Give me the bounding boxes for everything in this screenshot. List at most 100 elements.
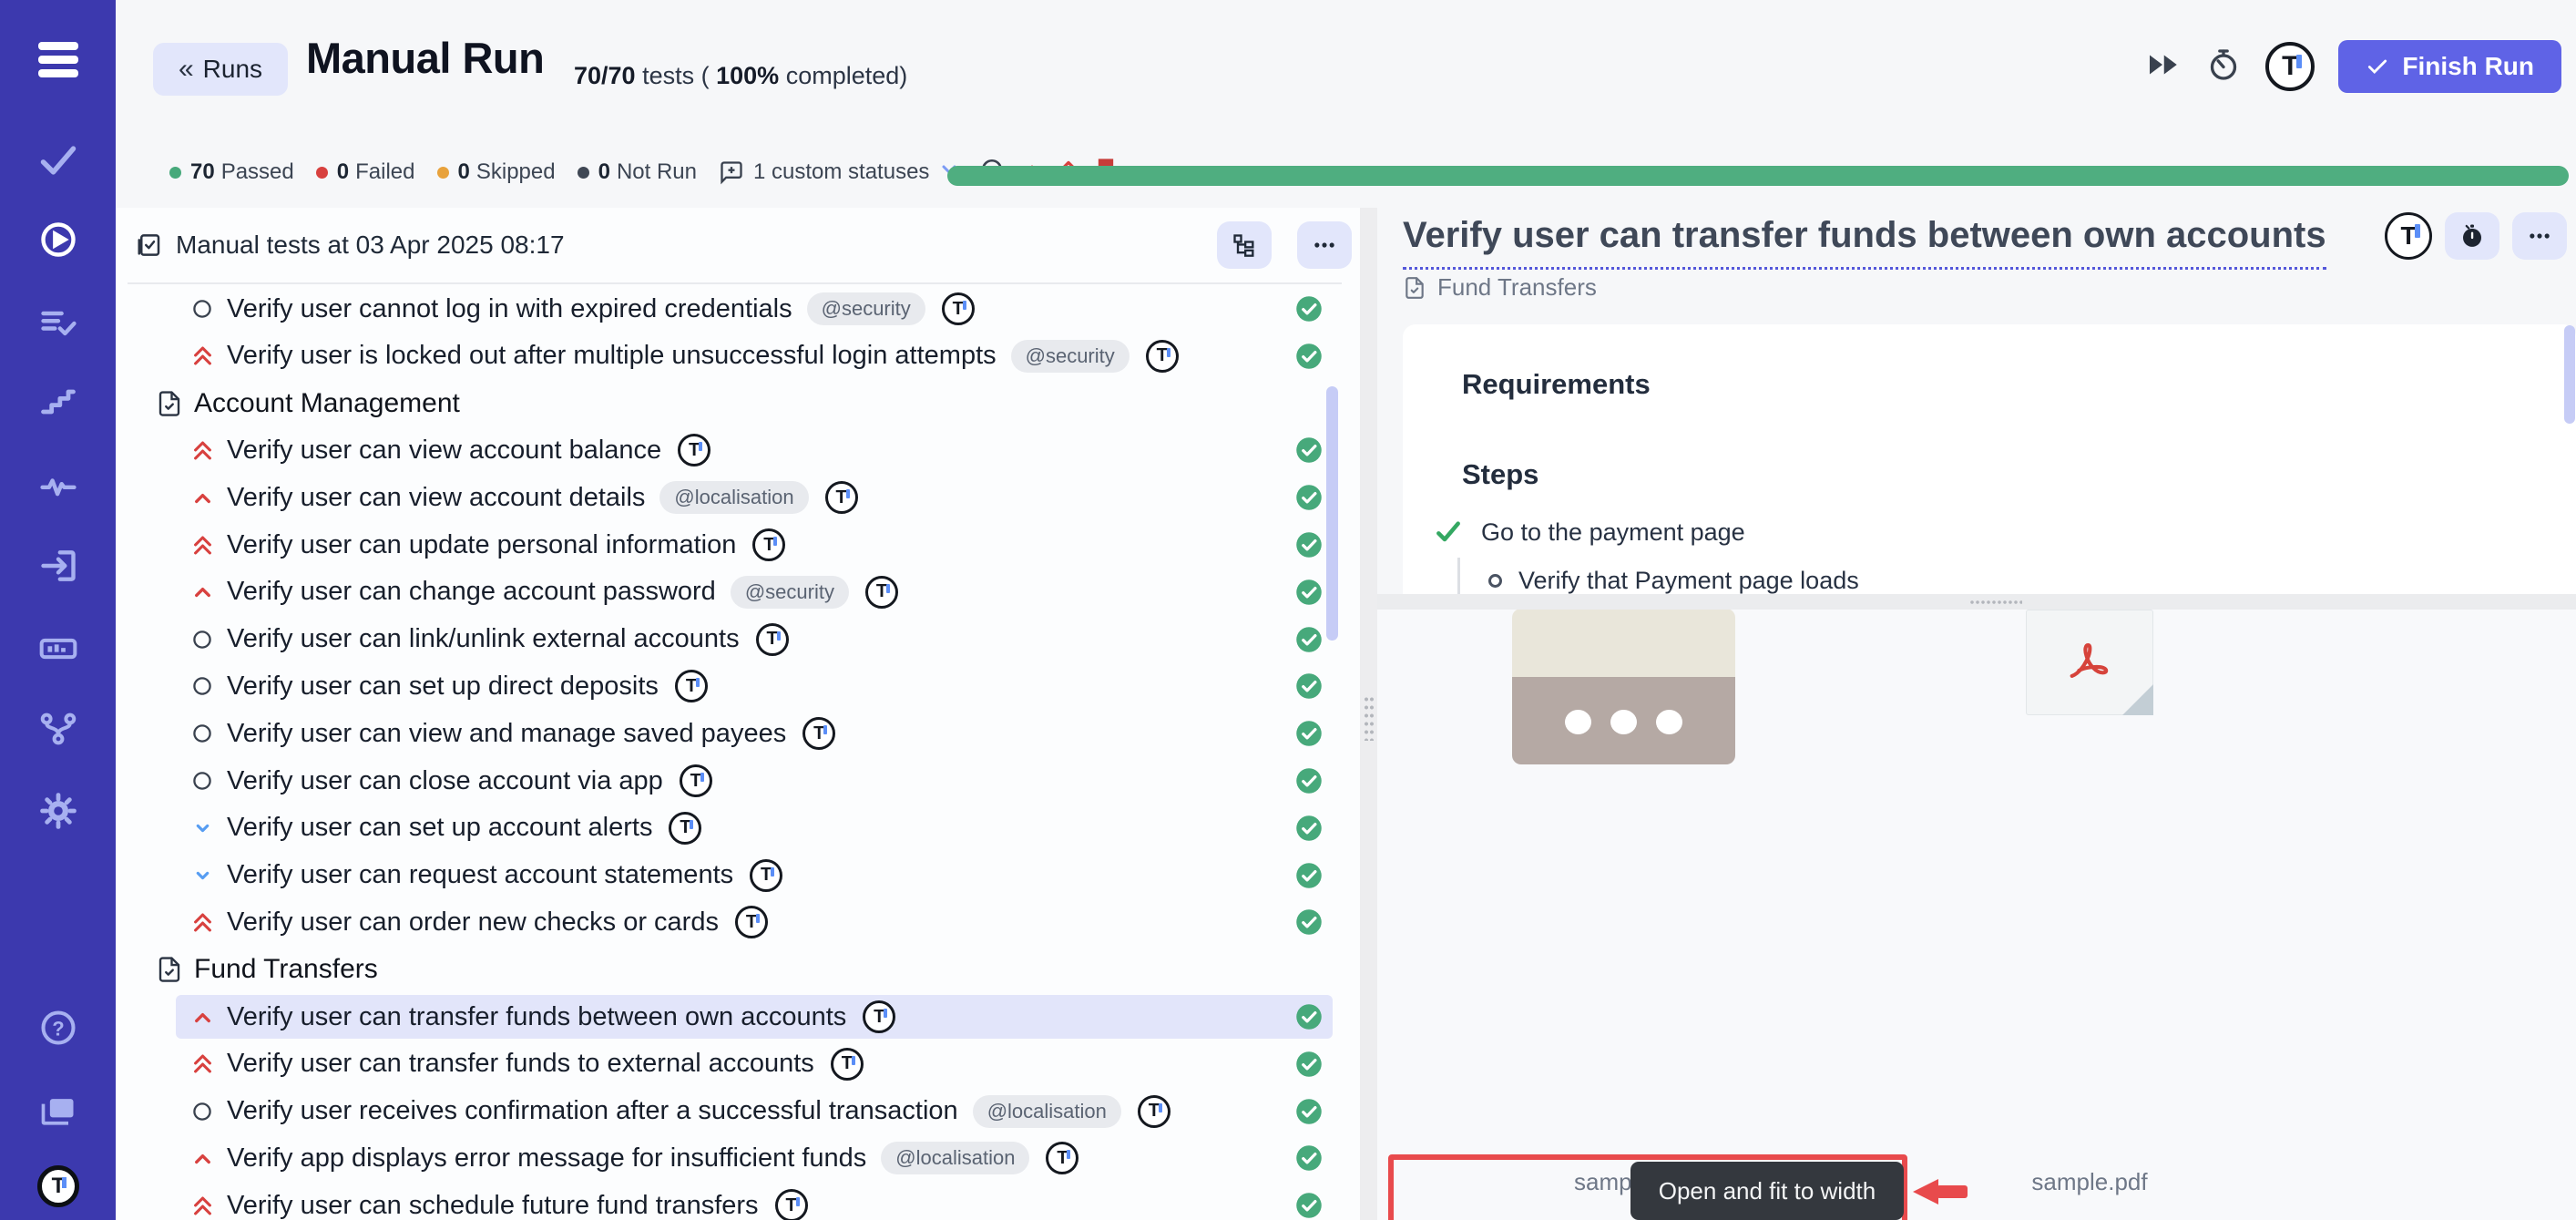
file-check-icon — [156, 390, 183, 417]
percent-complete: 100% — [716, 62, 779, 89]
custom-statuses[interactable]: 1 custom statuses — [719, 159, 929, 185]
test-row[interactable]: Verify user can set up account alerts T — [116, 805, 1360, 852]
section-row[interactable]: Fund Transfers — [116, 946, 1360, 993]
priority-highest-icon — [189, 343, 216, 368]
test-row-title: Verify user can set up direct deposits — [227, 672, 659, 702]
ai-indicator-icon[interactable]: T — [775, 1189, 808, 1220]
ai-indicator-icon[interactable]: T — [1138, 1095, 1170, 1128]
test-row[interactable]: Verify user cannot log in with expired c… — [116, 285, 1360, 333]
ellipsis-icon — [2527, 223, 2552, 249]
list-header: Manual tests at 03 Apr 2025 08:17 — [116, 208, 1360, 282]
timer-icon[interactable] — [2205, 46, 2242, 87]
test-row[interactable]: Verify app displays error message for in… — [116, 1134, 1360, 1182]
finish-run-label: Finish Run — [2402, 52, 2534, 81]
ai-indicator-icon[interactable]: T — [680, 764, 712, 797]
test-row[interactable]: Verify user can view account details @lo… — [116, 474, 1360, 521]
panel-resize-handle[interactable] — [1360, 208, 1377, 1220]
skipped-count: 0Skipped — [437, 159, 556, 185]
passed-dot-icon — [169, 167, 181, 179]
test-row-title: Verify user receives confirmation after … — [227, 1096, 958, 1126]
test-row[interactable]: Verify user can close account via app T — [116, 757, 1360, 805]
tests-list-panel: Manual tests at 03 Apr 2025 08:17 Verify… — [116, 208, 1360, 1220]
ai-indicator-icon[interactable]: T — [825, 481, 858, 514]
sidebar-list-check-icon[interactable] — [37, 302, 79, 344]
section-row[interactable]: Account Management — [116, 380, 1360, 427]
tag-pill: @security — [807, 292, 925, 325]
message-plus-icon — [719, 159, 744, 185]
sidebar-gear-icon[interactable] — [37, 790, 79, 832]
passed-status-badge — [1295, 436, 1323, 464]
test-title[interactable]: Verify user can transfer funds between o… — [1403, 215, 2326, 270]
test-row-title: Verify user can link/unlink external acc… — [227, 624, 740, 654]
app-root: { "colors": { "sidebar": "#3c39ae", "acc… — [0, 0, 2576, 1220]
passed-status-badge — [1295, 484, 1323, 511]
attachments-resize-handle[interactable] — [1377, 594, 2576, 610]
ai-indicator-icon[interactable]: T — [752, 528, 785, 561]
sidebar-folders-icon[interactable] — [37, 1090, 79, 1132]
finish-run-button[interactable]: Finish Run — [2338, 40, 2561, 93]
sidebar-branch-icon[interactable] — [37, 708, 79, 750]
notrun-count: 0Not Run — [578, 159, 697, 185]
test-row[interactable]: Verify user can transfer funds between o… — [116, 993, 1360, 1041]
ai-indicator-icon[interactable]: T — [1046, 1142, 1078, 1174]
list-more-button[interactable] — [1297, 221, 1352, 269]
test-row[interactable]: Verify user can request account statemen… — [116, 852, 1360, 899]
menu-icon[interactable] — [38, 42, 78, 83]
test-row[interactable]: Verify user can change account password … — [116, 569, 1360, 616]
tree-view-button[interactable] — [1217, 221, 1272, 269]
sidebar-sign-in-icon[interactable] — [37, 545, 79, 587]
test-row[interactable]: Verify user can schedule future fund tra… — [116, 1182, 1360, 1220]
sidebar-play-circle-icon[interactable] — [37, 219, 79, 261]
test-row[interactable]: Verify user can view and manage saved pa… — [116, 710, 1360, 757]
ai-indicator-icon[interactable]: T — [831, 1048, 864, 1081]
breadcrumb[interactable]: Fund Transfers — [1403, 273, 1597, 302]
stopwatch-button[interactable] — [2445, 212, 2499, 260]
ai-indicator-icon[interactable]: T — [865, 576, 898, 609]
passed-status-badge — [1295, 579, 1323, 606]
test-row-title: Verify user can close account via app — [227, 766, 663, 796]
test-row[interactable]: Verify user receives confirmation after … — [116, 1088, 1360, 1135]
back-to-runs-button[interactable]: « Runs — [153, 43, 288, 96]
ai-indicator-icon[interactable]: T — [675, 670, 708, 702]
priority-low-icon — [189, 816, 216, 839]
test-row[interactable]: Verify user can transfer funds to extern… — [116, 1041, 1360, 1088]
passed-status-badge — [1295, 862, 1323, 889]
sidebar-help-icon[interactable]: ? — [37, 1007, 79, 1049]
detail-scrollbar[interactable] — [2564, 325, 2575, 424]
passed-status-badge — [1295, 815, 1323, 842]
list-title: Manual tests at 03 Apr 2025 08:17 — [176, 231, 565, 260]
test-row[interactable]: Verify user is locked out after multiple… — [116, 333, 1360, 380]
sidebar-check-icon[interactable] — [37, 139, 79, 181]
ai-indicator-icon[interactable]: T — [678, 434, 710, 466]
ai-assistant-icon[interactable]: T — [2385, 212, 2432, 260]
ai-indicator-icon[interactable]: T — [735, 906, 768, 938]
sidebar-steps-icon[interactable] — [37, 381, 79, 423]
passed-status-badge — [1295, 1051, 1323, 1078]
ai-indicator-icon[interactable]: T — [942, 292, 975, 325]
attachment-pdf-thumbnail[interactable] — [2026, 610, 2153, 715]
notrun-dot-icon — [578, 167, 589, 179]
passed-status-badge — [1295, 1003, 1323, 1030]
priority-medium-icon — [189, 298, 216, 320]
passed-status-badge — [1295, 1192, 1323, 1219]
svg-text:?: ? — [52, 1017, 64, 1040]
passed-status-badge — [1295, 531, 1323, 559]
ai-indicator-icon[interactable]: T — [802, 717, 835, 750]
test-row[interactable]: Verify user can view account balance T — [116, 426, 1360, 474]
ai-indicator-icon[interactable]: T — [1146, 340, 1179, 373]
test-row[interactable]: Verify user can order new checks or card… — [116, 898, 1360, 946]
test-row[interactable]: Verify user can update personal informat… — [116, 521, 1360, 569]
sidebar-activity-icon[interactable] — [37, 465, 79, 507]
ai-indicator-icon[interactable]: T — [669, 812, 701, 845]
attachment-image-thumbnail[interactable] — [1512, 609, 1735, 764]
test-row[interactable]: Verify user can link/unlink external acc… — [116, 616, 1360, 663]
list-scrollbar[interactable] — [1326, 386, 1338, 641]
priority-highest-icon — [189, 910, 216, 935]
ai-indicator-icon[interactable]: T — [750, 859, 782, 892]
test-row[interactable]: Verify user can set up direct deposits T — [116, 662, 1360, 710]
ai-indicator-icon[interactable]: T — [863, 1000, 895, 1033]
ai-indicator-icon[interactable]: T — [756, 623, 789, 656]
fast-forward-icon[interactable] — [2143, 46, 2182, 88]
sidebar-bar-chart-icon[interactable] — [37, 628, 79, 670]
detail-more-button[interactable] — [2512, 212, 2567, 260]
